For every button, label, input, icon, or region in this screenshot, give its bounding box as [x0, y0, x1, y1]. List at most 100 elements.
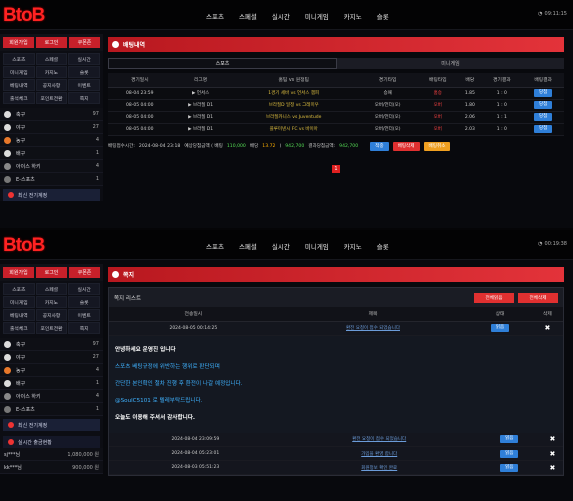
- side-menu-item[interactable]: 미니게임: [3, 66, 35, 78]
- side-menu-item[interactable]: 쪽지: [68, 322, 100, 334]
- side-menu-item[interactable]: 포인트전환: [35, 322, 68, 334]
- side-menu-item[interactable]: 스페셜: [35, 53, 68, 65]
- side-menu-item[interactable]: 베팅내역: [3, 79, 35, 91]
- logo[interactable]: BtoB: [3, 5, 45, 27]
- side-menu-item[interactable]: 이벤트: [68, 79, 100, 91]
- nav-special[interactable]: 스페셜: [239, 241, 257, 251]
- side-menu-item[interactable]: 스페셜: [35, 283, 68, 295]
- nav-minigame[interactable]: 미니게임: [305, 241, 329, 251]
- read-all-button[interactable]: 전체읽음: [474, 292, 514, 303]
- dot-icon: [8, 192, 14, 198]
- cancel-bet-button[interactable]: 배팅취소: [423, 141, 451, 151]
- nav-live[interactable]: 실시간: [272, 241, 290, 251]
- login-tab[interactable]: 로그인: [36, 267, 67, 278]
- nav-slot[interactable]: 슬롯: [377, 11, 389, 21]
- message-link[interactable]: 환전 요청이 접수 되었습니다: [352, 437, 406, 442]
- nav-minigame[interactable]: 미니게임: [305, 11, 329, 21]
- message-link[interactable]: 환전 요청이 접수 되었습니다: [346, 326, 400, 331]
- info-icon: [112, 271, 119, 278]
- delete-all-button[interactable]: 전체삭제: [518, 292, 558, 303]
- signup-tab[interactable]: 회원가입: [3, 37, 34, 48]
- nav-casino[interactable]: 카지노: [344, 241, 362, 251]
- main-nav: 스포츠 스페셜 실시간 미니게임 카지노 슬롯: [206, 241, 389, 251]
- nav-special[interactable]: 스페셜: [239, 11, 257, 21]
- basketball-icon: [4, 136, 11, 144]
- result-badge[interactable]: 당첨: [534, 101, 553, 109]
- side-menu-item[interactable]: 스포츠: [3, 283, 35, 295]
- side-menu-item[interactable]: 슬롯: [68, 66, 100, 78]
- message-table-more: 2024-08-04 23:09:59 환전 요청이 접수 되었습니다 읽음 ✖ 20…: [109, 432, 563, 475]
- nav-casino[interactable]: 카지노: [344, 11, 362, 21]
- side-menu-item[interactable]: 실시간: [68, 283, 100, 295]
- sport-basketball[interactable]: 농구 4: [0, 364, 103, 377]
- close-icon[interactable]: ✖: [544, 324, 550, 332]
- nav-sports[interactable]: 스포츠: [206, 11, 224, 21]
- side-menu-item[interactable]: 실시간: [68, 53, 100, 65]
- login-tab[interactable]: 로그인: [36, 37, 67, 48]
- nav-slot[interactable]: 슬롯: [377, 241, 389, 251]
- notice-main: 쪽지 쪽지 리스트 전체읽음 전체삭제 전송일시 제목 상태 삭제 2024-0…: [108, 267, 564, 476]
- coupon-tab[interactable]: 쿠폰존: [69, 37, 100, 48]
- logo[interactable]: BtoB: [3, 235, 45, 257]
- table-row[interactable]: 2024-08-05 00:14:25 환전 요청이 접수 되었습니다 읽음 ✖: [109, 321, 563, 336]
- side-menu-item[interactable]: 공지사항: [35, 309, 68, 321]
- nav-live[interactable]: 실시간: [272, 11, 290, 21]
- clock-icon: ◔: [538, 241, 543, 247]
- close-icon[interactable]: ✖: [549, 435, 555, 443]
- nav-sports[interactable]: 스포츠: [206, 241, 224, 251]
- message-link[interactable]: 회원정보 확인 완료: [361, 466, 397, 471]
- sport-icehockey[interactable]: 아이스 하키 4: [0, 390, 103, 403]
- side-menu-item[interactable]: 카지노: [35, 296, 68, 308]
- tab-sports[interactable]: 스포츠: [108, 58, 337, 69]
- sport-soccer[interactable]: 축구 97: [0, 338, 103, 351]
- result-badge[interactable]: 당첨: [534, 113, 553, 121]
- recent-games-button[interactable]: 최신 전기계정: [3, 189, 100, 201]
- result-badge[interactable]: 당첨: [534, 89, 553, 97]
- side-menu-item[interactable]: 미니게임: [3, 296, 35, 308]
- result-badge[interactable]: 당첨: [534, 125, 553, 133]
- sport-esports[interactable]: E-스포츠 1: [0, 173, 103, 186]
- side-menu-grid: 스포츠 스페셜 실시간 미니게임 카지노 슬롯 베팅내역 공지사항 이벤트 출석…: [0, 281, 103, 336]
- sport-volleyball[interactable]: 배구 1: [0, 147, 103, 160]
- side-menu-item[interactable]: 이벤트: [68, 309, 100, 321]
- side-menu-item[interactable]: 스포츠: [3, 53, 35, 65]
- esports-icon: [4, 175, 11, 183]
- table-row[interactable]: 2024-08-04 05:23:01 가입을 환영 합니다 읽음 ✖: [109, 446, 563, 461]
- side-menu-item[interactable]: 공지사항: [35, 79, 68, 91]
- sport-volleyball[interactable]: 배구 1: [0, 377, 103, 390]
- sport-soccer[interactable]: 축구 97: [0, 108, 103, 121]
- soccer-icon: [4, 110, 11, 118]
- close-icon[interactable]: ✖: [549, 464, 555, 472]
- table-row[interactable]: 2024-08-04 23:09:59 환전 요청이 접수 되었습니다 읽음 ✖: [109, 432, 563, 447]
- sport-baseball[interactable]: 야구 27: [0, 121, 103, 134]
- sport-icehockey[interactable]: 아이스 하키 4: [0, 160, 103, 173]
- tab-minigame[interactable]: 미니게임: [337, 58, 564, 69]
- side-menu-item[interactable]: 출석체크: [3, 92, 35, 104]
- delete-bet-button[interactable]: 배팅삭제: [392, 141, 420, 151]
- side-menu-item[interactable]: 포인트전환: [35, 92, 68, 104]
- notice-screen: BtoB 스포츠 스페셜 실시간 미니게임 카지노 슬롯 ◔ 00:19:38 회…: [0, 230, 573, 501]
- side-menu-item[interactable]: 쪽지: [68, 92, 100, 104]
- sport-esports[interactable]: E-스포츠 1: [0, 403, 103, 416]
- col-pick: 배팅타입: [417, 73, 459, 88]
- side-menu-item[interactable]: 출석체크: [3, 322, 35, 334]
- clock-icon: ◔: [538, 11, 543, 17]
- side-menu-item[interactable]: 카지노: [35, 66, 68, 78]
- hit-button[interactable]: 적중: [370, 141, 389, 151]
- recent-games-button[interactable]: 최신 전기계정: [3, 419, 100, 431]
- page-1[interactable]: 1: [332, 164, 340, 173]
- sport-basketball[interactable]: 농구 4: [0, 134, 103, 147]
- hockey-icon: [4, 392, 11, 400]
- message-link[interactable]: 가입을 환영 합니다: [361, 452, 397, 457]
- coupon-tab[interactable]: 쿠폰존: [69, 267, 100, 278]
- close-icon[interactable]: ✖: [549, 450, 555, 458]
- signup-tab[interactable]: 회원가입: [3, 267, 34, 278]
- status-badge: 읽음: [500, 449, 519, 458]
- side-menu-item[interactable]: 슬롯: [68, 296, 100, 308]
- status-badge: 읽음: [500, 463, 519, 472]
- side-menu-item[interactable]: 베팅내역: [3, 309, 35, 321]
- table-row[interactable]: 2024-08-03 05:51:23 회원정보 확인 완료 읽음 ✖: [109, 460, 563, 475]
- dot-icon: [8, 422, 14, 428]
- top-bar: BtoB 스포츠 스페셜 실시간 미니게임 카지노 슬롯 ◔ 00:19:38: [0, 230, 573, 260]
- sport-baseball[interactable]: 야구 27: [0, 351, 103, 364]
